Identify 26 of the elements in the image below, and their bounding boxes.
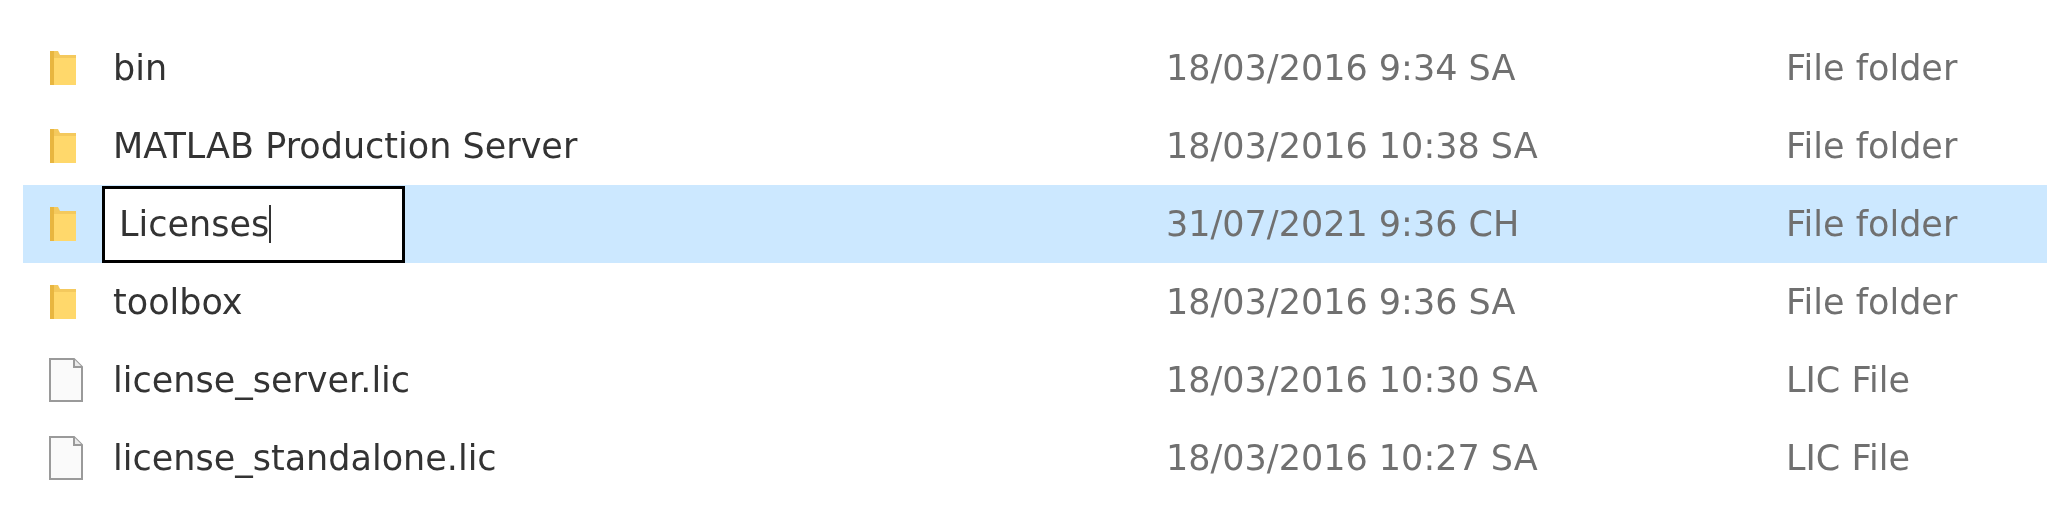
file-type: File folder	[1786, 124, 1958, 168]
file-type: LIC File	[1786, 358, 1910, 402]
date-modified: 18/03/2016 9:34 SA	[1166, 47, 1516, 88]
rename-field[interactable]: Licenses	[102, 185, 405, 263]
file-name: MATLAB Production Server	[113, 124, 578, 168]
date-modified: 18/03/2016 10:30 SA	[1166, 359, 1538, 400]
file-type: File folder	[1786, 202, 1958, 246]
file-type: File folder	[1786, 280, 1958, 324]
date-modified: 31/07/2021 9:36 CH	[1166, 203, 1520, 244]
file-name: bin	[113, 46, 168, 90]
date-modified: 18/03/2016 9:36 SA	[1166, 281, 1516, 322]
date-modified: 18/03/2016 10:27 SA	[1166, 437, 1538, 478]
file-type: LIC File	[1786, 436, 1910, 480]
file-name: toolbox	[113, 280, 243, 324]
file-icon	[48, 357, 84, 403]
folder-icon	[48, 48, 78, 88]
date-modified: 18/03/2016 10:38 SA	[1166, 125, 1538, 166]
file-type: File folder	[1786, 46, 1958, 90]
folder-icon	[48, 282, 78, 322]
file-name: license_standalone.lic	[113, 436, 497, 480]
text-cursor	[269, 205, 272, 243]
file-icon	[48, 435, 84, 481]
file-row[interactable]: Licenses 31/07/2021 9:36 CH File folder	[23, 185, 2047, 263]
file-name: license_server.lic	[113, 358, 411, 402]
folder-icon	[48, 204, 78, 244]
folder-icon	[48, 126, 78, 166]
